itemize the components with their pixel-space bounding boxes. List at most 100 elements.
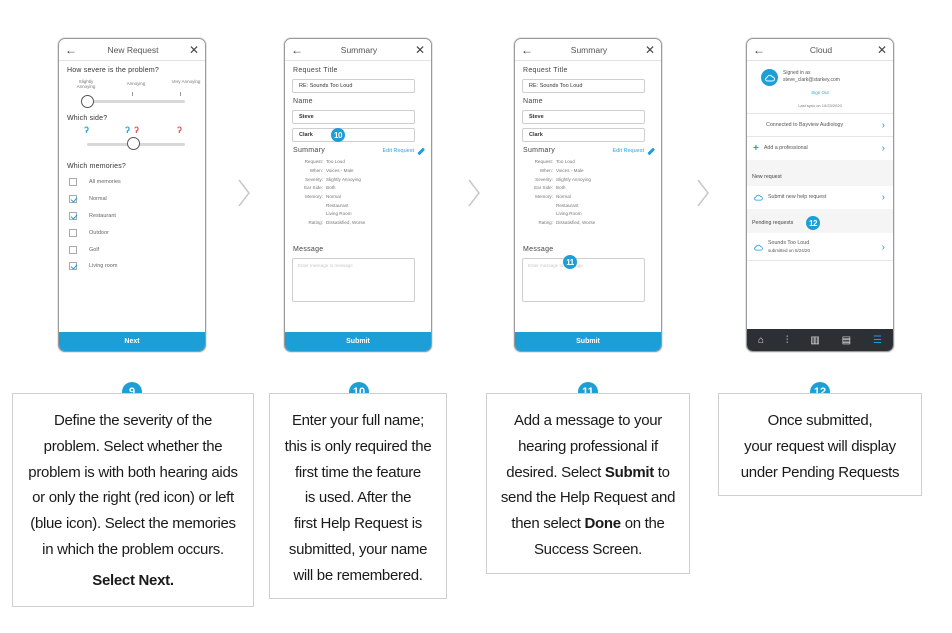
request-title-field[interactable]: RE: Sounds Too Loud bbox=[292, 79, 415, 93]
close-icon[interactable]: ✕ bbox=[877, 43, 887, 57]
memory-item[interactable]: Outdoor bbox=[69, 229, 109, 237]
request-title-label: Request Title bbox=[523, 67, 568, 74]
cloud-avatar-icon bbox=[761, 69, 778, 86]
message-textarea[interactable]: Enter message to message bbox=[292, 258, 415, 302]
submit-button[interactable]: Submit bbox=[515, 332, 661, 351]
right-ear-icon[interactable]: ʔ bbox=[134, 125, 139, 135]
right-ear-icon[interactable]: ʔ bbox=[177, 125, 182, 135]
severity-slider-track[interactable] bbox=[87, 100, 185, 103]
first-name-field[interactable]: Steve bbox=[522, 110, 645, 124]
cloud-screen: ← Cloud ✕ Signed in as steve_clark@stark… bbox=[746, 38, 894, 352]
memory-item[interactable]: All memories bbox=[69, 178, 121, 186]
request-title-field[interactable]: RE: Sounds Too Loud bbox=[522, 79, 645, 93]
back-arrow-icon[interactable]: ← bbox=[753, 43, 765, 57]
close-icon[interactable]: ✕ bbox=[189, 43, 199, 57]
screen-title: Summary bbox=[570, 44, 608, 55]
edit-request-link[interactable]: Edit Request bbox=[383, 147, 426, 155]
summary-row: Request: Too Loud bbox=[534, 159, 575, 164]
submit-button[interactable]: Submit bbox=[285, 332, 431, 351]
caption-line: hearing professional if bbox=[518, 437, 658, 455]
message-textarea[interactable]: Enter message to message bbox=[522, 258, 645, 302]
back-arrow-icon[interactable]: ← bbox=[291, 43, 303, 57]
summary-row: Ear Side: Both bbox=[534, 185, 566, 190]
caption-bold-line: Select Next. bbox=[92, 571, 174, 589]
signed-in-label: Signed in as bbox=[783, 70, 811, 76]
first-name-field[interactable]: Steve bbox=[292, 110, 415, 124]
memory-item[interactable]: Restaurant bbox=[69, 212, 116, 220]
left-ear-icon[interactable]: ʔ bbox=[84, 125, 89, 135]
menu-icon[interactable]: ☰ bbox=[873, 335, 882, 346]
severity-label-slightly: Slightly Annoying bbox=[76, 79, 96, 89]
caption-line: under Pending Requests bbox=[740, 463, 900, 481]
checkbox-checked[interactable] bbox=[69, 212, 77, 220]
severity-label-annoying: Annoying bbox=[126, 81, 146, 86]
next-button[interactable]: Next bbox=[59, 332, 205, 351]
next-step-arrow-icon bbox=[697, 179, 709, 207]
edit-request-link[interactable]: Edit Request bbox=[613, 147, 656, 155]
severity-label-very: Very Annoying bbox=[171, 79, 201, 84]
severity-slider-knob[interactable] bbox=[81, 95, 94, 108]
memory-label: Normal bbox=[89, 196, 107, 202]
name-label: Name bbox=[293, 98, 313, 105]
section-title: Pending requests bbox=[752, 220, 794, 226]
side-question: Which side? bbox=[67, 115, 108, 122]
summary-label: Summary bbox=[523, 147, 556, 154]
summary-label: Summary bbox=[293, 147, 326, 154]
screen-header: ← Summary ✕ bbox=[515, 39, 661, 61]
next-step-arrow-icon bbox=[468, 179, 480, 207]
caption-line: submitted, your name bbox=[288, 540, 428, 558]
chevron-right-icon: › bbox=[881, 119, 885, 131]
stats-icon[interactable]: ▥ bbox=[810, 335, 819, 346]
memory-label: Living room bbox=[89, 263, 118, 269]
screen-title: Summary bbox=[340, 44, 378, 55]
summary-row: When: Voices - Male bbox=[539, 168, 584, 173]
left-ear-icon[interactable]: ʔ bbox=[125, 125, 130, 135]
last-name-field[interactable]: Clark bbox=[292, 128, 415, 142]
screen-header: ← Cloud ✕ bbox=[747, 39, 893, 61]
home-icon[interactable]: ⌂ bbox=[758, 335, 764, 346]
close-icon[interactable]: ✕ bbox=[415, 43, 425, 57]
summary-row: Memory: Normal bbox=[305, 194, 341, 199]
connected-professional-row[interactable]: Connected to Bayview Audiology › bbox=[747, 114, 893, 136]
summary-screen-name: ← Summary ✕ Request Title RE: Sounds Too… bbox=[284, 38, 432, 352]
screen-title: Cloud bbox=[809, 44, 833, 55]
back-arrow-icon[interactable]: ← bbox=[65, 43, 77, 57]
close-icon[interactable]: ✕ bbox=[645, 43, 655, 57]
summary-row: Living Room bbox=[556, 211, 582, 216]
sign-out-link[interactable]: Sign Out bbox=[747, 90, 893, 95]
remote-icon[interactable]: ▤ bbox=[842, 335, 851, 346]
caption-line: in which the problem occurs. bbox=[42, 540, 224, 558]
caption-line: will be remembered. bbox=[293, 566, 423, 584]
summary-row: Restaurant bbox=[556, 203, 579, 208]
checkbox[interactable] bbox=[69, 229, 77, 237]
memory-item[interactable]: Golf bbox=[69, 246, 99, 254]
pending-request-item[interactable]: Sounds Too Loud submitted on 5/24/20 › bbox=[747, 234, 893, 260]
bottom-navigation: ⌂ ⫶ ▥ ▤ ☰ bbox=[747, 329, 893, 351]
caption-step-11: Add a message to your hearing profession… bbox=[486, 393, 690, 574]
checkbox-checked[interactable] bbox=[69, 195, 77, 203]
checkbox-checked[interactable] bbox=[69, 262, 77, 270]
name-label: Name bbox=[523, 98, 543, 105]
caption-line: problem is with both hearing aids bbox=[28, 463, 238, 481]
last-sync-text: Last sync on 10/23/2020 bbox=[798, 103, 842, 108]
back-arrow-icon[interactable]: ← bbox=[521, 43, 533, 57]
caption-step-9: Define the severity of the problem. Sele… bbox=[12, 393, 254, 607]
caption-line: Enter your full name; bbox=[291, 412, 425, 429]
submit-new-request-row[interactable]: Submit new help request › bbox=[747, 186, 893, 208]
memory-item[interactable]: Normal bbox=[69, 195, 107, 203]
cloud-icon bbox=[754, 244, 763, 251]
pending-requests-section-header: Pending requests bbox=[747, 209, 893, 233]
caption-line: this is only required the bbox=[284, 437, 432, 455]
memory-label: Restaurant bbox=[89, 213, 116, 219]
memory-item[interactable]: Living room bbox=[69, 262, 117, 270]
checkbox[interactable] bbox=[69, 178, 77, 186]
last-name-field[interactable]: Clark bbox=[522, 128, 645, 142]
checkbox[interactable] bbox=[69, 246, 77, 254]
caption-step-10: Enter your full name; this is only requi… bbox=[269, 393, 447, 599]
add-professional-row[interactable]: + Add a professional › bbox=[747, 137, 893, 159]
adjust-icon[interactable]: ⫶ bbox=[786, 335, 789, 346]
side-slider-knob[interactable] bbox=[127, 137, 140, 150]
submit-new-label: Submit new help request bbox=[768, 194, 827, 200]
caption-line: Add a message to your bbox=[514, 412, 662, 429]
add-professional-label: Add a professional bbox=[763, 145, 808, 151]
